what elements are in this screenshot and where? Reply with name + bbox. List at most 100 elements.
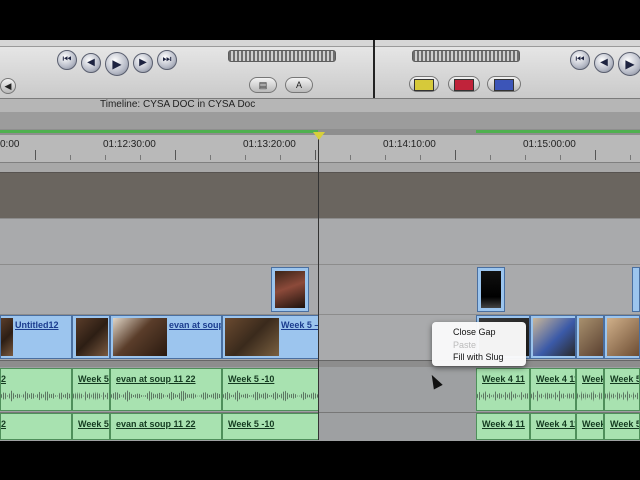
v1-clip[interactable]: Untitled12 <box>0 315 72 359</box>
audio-waveform <box>1 390 71 402</box>
clip-name: Week <box>582 374 604 384</box>
audio-waveform <box>531 390 575 402</box>
render-status-green-right <box>476 130 640 133</box>
audio-waveform <box>577 390 603 402</box>
audio-waveform <box>223 390 318 402</box>
step-back-icon[interactable]: ◀ <box>81 53 101 73</box>
left-edge-button[interactable]: ◀ <box>0 78 16 94</box>
timecode-label: 0:00 <box>0 139 20 150</box>
step-forward-icon[interactable]: ▶ <box>133 53 153 73</box>
ruler-minor-tick <box>140 155 141 160</box>
audio-waveform <box>477 390 529 402</box>
clip-thumbnail-image <box>113 318 167 356</box>
audio-waveform <box>73 390 109 402</box>
a2-clip[interactable]: Week 5 <box>72 413 110 440</box>
audio-waveform <box>605 390 639 402</box>
a2-clip[interactable]: Week 5 -10 <box>222 413 319 440</box>
clip-name: Week 5 -10 <box>228 374 275 384</box>
a1-clip[interactable]: Week <box>576 368 604 411</box>
menu-item-paste[interactable]: Paste <box>453 340 476 350</box>
viewer-canvas-divider <box>373 40 375 98</box>
v1-clip[interactable]: evan at soup <box>110 315 222 359</box>
clip-thumbnail-image <box>579 318 603 356</box>
a1-clip[interactable]: evan at soup 11 22 <box>110 368 222 411</box>
timecode-label: 01:14:10:00 <box>383 139 436 150</box>
track-v2[interactable] <box>0 264 640 315</box>
menu-item-close-gap[interactable]: Close Gap <box>453 327 496 337</box>
clip-thumbnail-image <box>533 318 575 356</box>
clip-name: Week 4 11 <box>536 374 576 384</box>
play-icon-canvas[interactable]: ▶ <box>618 52 640 76</box>
canvas-jog-control[interactable] <box>412 50 520 62</box>
a2-clip[interactable]: Week <box>576 413 604 440</box>
clip-name: Week 4 11 <box>482 374 525 384</box>
clip-thumbnail-image <box>76 318 108 356</box>
insert-edit-button[interactable] <box>409 76 439 92</box>
playhead-line[interactable] <box>318 135 319 440</box>
match-frame-button[interactable]: A <box>285 77 313 93</box>
ruler-minor-tick <box>70 155 71 160</box>
prev-edit-icon[interactable]: ⏮ <box>57 50 77 70</box>
track-v4-empty[interactable] <box>0 172 640 219</box>
clip-name: evan at soup 11 22 <box>116 419 196 429</box>
playhead-marker-icon[interactable] <box>313 132 325 140</box>
clip-thumbnail-image <box>607 318 639 356</box>
clip-thumbnail-image <box>1 318 13 356</box>
v2-clip-edge[interactable] <box>632 267 640 312</box>
a1-clip[interactable]: Week 4 11 <box>476 368 530 411</box>
timecode-label: 01:15:00:00 <box>523 139 576 150</box>
ruler-minor-tick <box>630 155 631 160</box>
timecode-label: 01:12:30:00 <box>103 139 156 150</box>
mark-clip-button[interactable]: ▤ <box>249 77 277 93</box>
overwrite-edit-button[interactable] <box>448 76 480 92</box>
ruler-minor-tick <box>105 155 106 160</box>
ruler-minor-tick <box>245 155 246 160</box>
a2-clip[interactable]: evan at soup 11 22 <box>110 413 222 440</box>
a2-clip[interactable]: Week 5 <box>604 413 640 440</box>
a1-clip[interactable]: Week 5 <box>604 368 640 411</box>
ruler-tick <box>175 150 176 160</box>
menu-item-fill-with-slug[interactable]: Fill with Slug <box>453 352 504 362</box>
ruler-minor-tick <box>280 155 281 160</box>
prev-edit-icon-canvas[interactable]: ⏮ <box>570 50 590 70</box>
a2-clip[interactable]: Week 4 11 <box>530 413 576 440</box>
v2-clip-thumbnail[interactable] <box>477 267 505 312</box>
next-edit-icon[interactable]: ⏭ <box>157 50 177 70</box>
timeline-tab-area <box>0 112 640 129</box>
ruler-tick <box>455 150 456 160</box>
ruler-minor-tick <box>350 155 351 160</box>
clip-name: Week 5 – <box>281 320 319 330</box>
clip-name: evan at soup 11 22 <box>116 374 196 384</box>
clip-name: Week 5 <box>610 374 640 384</box>
clip-thumbnail-image <box>275 271 305 308</box>
clip-name: Week 5 <box>78 419 109 429</box>
a2-clip[interactable]: 2 <box>0 413 72 440</box>
ruler-tick <box>595 150 596 160</box>
replace-edit-button[interactable] <box>487 76 521 92</box>
track-spacer <box>0 163 640 172</box>
jog-shuttle-control[interactable] <box>228 50 336 62</box>
clip-name: 2 <box>1 419 7 429</box>
step-back-icon-canvas[interactable]: ◀ <box>594 53 614 73</box>
ruler-tick <box>35 150 36 160</box>
v1-clip[interactable] <box>72 315 110 359</box>
clip-thumbnail-image <box>481 271 501 308</box>
clip-name: Week 5 <box>610 419 640 429</box>
play-icon[interactable]: ▶ <box>105 52 129 76</box>
clip-name: Week 4 11 <box>536 419 576 429</box>
ruler-minor-tick <box>420 155 421 160</box>
v2-clip-thumbnail[interactable] <box>271 267 309 312</box>
a1-clip[interactable]: Week 5 -10 <box>222 368 319 411</box>
v1-clip[interactable]: Week 5 – <box>222 315 319 359</box>
v1-clip[interactable] <box>576 315 604 359</box>
clip-name: 2 <box>1 374 7 384</box>
ruler-tick <box>315 150 316 160</box>
context-menu: Close Gap Paste Fill with Slug <box>432 322 526 366</box>
a2-clip[interactable]: Week 4 11 <box>476 413 530 440</box>
v1-clip[interactable] <box>604 315 640 359</box>
a1-clip[interactable]: Week 5 <box>72 368 110 411</box>
track-v3-empty[interactable] <box>0 218 640 265</box>
a1-clip[interactable]: 2 <box>0 368 72 411</box>
a1-clip[interactable]: Week 4 11 <box>530 368 576 411</box>
v1-clip[interactable] <box>530 315 576 359</box>
